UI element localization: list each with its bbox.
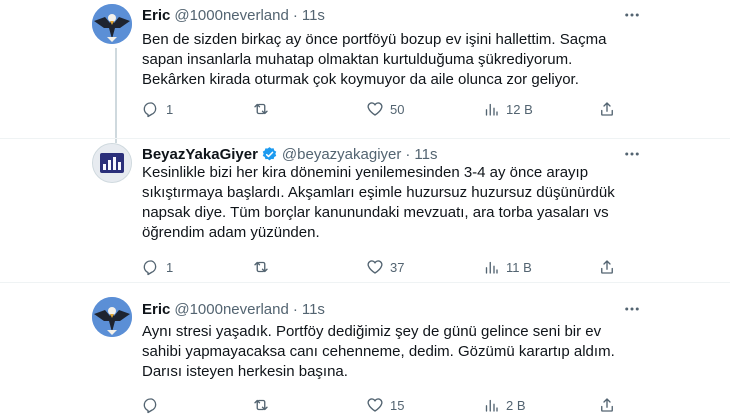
reply-icon (143, 260, 157, 276)
reply-count: 1 (166, 259, 174, 275)
user-handle[interactable]: @beyazyakagiyer (282, 146, 401, 163)
views-count: 2 B (506, 397, 526, 413)
views-button[interactable]: 11 B (482, 257, 532, 277)
retweet-button[interactable] (252, 99, 276, 119)
retweet-icon (254, 399, 268, 411)
tweet[interactable]: BeyazYakaGiyer @beyazyakagiyer · 11s Kes… (0, 139, 730, 283)
views-button[interactable]: 2 B (482, 395, 526, 415)
tweet-header: BeyazYakaGiyer @beyazyakagiyer · 11s (142, 144, 437, 164)
avatar[interactable] (92, 4, 132, 44)
avatar[interactable] (92, 297, 132, 337)
display-name[interactable]: Eric (142, 301, 170, 318)
views-icon (485, 261, 498, 274)
separator-dot: · (292, 6, 298, 24)
heart-icon (367, 102, 383, 116)
tweet-text: Ben de sizden birkaç ay önce portföyü bo… (142, 31, 607, 88)
retweet-button[interactable] (252, 257, 276, 277)
share-icon (601, 398, 613, 412)
share-icon (601, 102, 613, 116)
action-bar: 15 2 B (142, 395, 642, 415)
like-button[interactable]: 37 (366, 257, 404, 277)
display-name[interactable]: BeyazYakaGiyer (142, 146, 258, 163)
action-bar: 1 37 11 B (142, 257, 642, 277)
reply-button[interactable] (142, 395, 166, 415)
timestamp[interactable]: 11s (302, 7, 325, 24)
like-count: 15 (390, 397, 405, 413)
tweet-header: Eric @1000neverland · 11s (142, 299, 325, 319)
views-icon (485, 103, 498, 116)
reply-button[interactable]: 1 (142, 257, 173, 277)
heart-icon (367, 260, 383, 274)
views-count: 11 B (506, 259, 532, 275)
like-button[interactable]: 15 (366, 395, 404, 415)
verified-badge-icon (262, 146, 277, 160)
avatar[interactable] (92, 143, 132, 183)
timestamp[interactable]: 11s (414, 146, 437, 163)
user-handle[interactable]: @1000neverland (174, 301, 288, 318)
separator-dot: · (405, 145, 411, 163)
timestamp[interactable]: 11s (302, 301, 325, 318)
more-icon[interactable] (622, 299, 642, 319)
views-icon (485, 399, 498, 412)
reply-thread: Eric @1000neverland · 11s Ben de sizden … (0, 0, 730, 420)
like-count: 37 (390, 259, 405, 275)
reply-icon (143, 102, 157, 118)
tweet[interactable]: Eric @1000neverland · 11s Aynı stresi ya… (0, 283, 730, 420)
tweet-text: Kesinlikle bizi her kira dönemini yenile… (142, 164, 615, 241)
reply-button[interactable]: 1 (142, 99, 173, 119)
display-name[interactable]: Eric (142, 7, 170, 24)
retweet-icon (254, 103, 268, 115)
more-icon[interactable] (622, 144, 642, 164)
thread-connector (115, 48, 117, 139)
retweet-icon (254, 261, 268, 273)
tweet-text: Aynı stresi yaşadık. Portföy dediğimiz ş… (142, 323, 615, 380)
heart-icon (367, 398, 383, 412)
views-button[interactable]: 12 B (482, 99, 533, 119)
action-bar: 1 50 12 B (142, 99, 642, 119)
reply-count: 1 (166, 101, 174, 117)
views-count: 12 B (506, 101, 533, 117)
more-icon[interactable] (622, 5, 642, 25)
reply-icon (143, 398, 157, 414)
share-icon (601, 260, 613, 274)
tweet-header: Eric @1000neverland · 11s (142, 5, 325, 25)
user-handle[interactable]: @1000neverland (174, 7, 288, 24)
retweet-button[interactable] (252, 395, 276, 415)
share-button[interactable] (598, 395, 616, 415)
like-count: 50 (390, 101, 405, 117)
share-button[interactable] (598, 257, 616, 277)
like-button[interactable]: 50 (366, 99, 404, 119)
separator-dot: · (292, 300, 298, 318)
tweet[interactable]: Eric @1000neverland · 11s Ben de sizden … (0, 0, 730, 139)
share-button[interactable] (598, 99, 616, 119)
